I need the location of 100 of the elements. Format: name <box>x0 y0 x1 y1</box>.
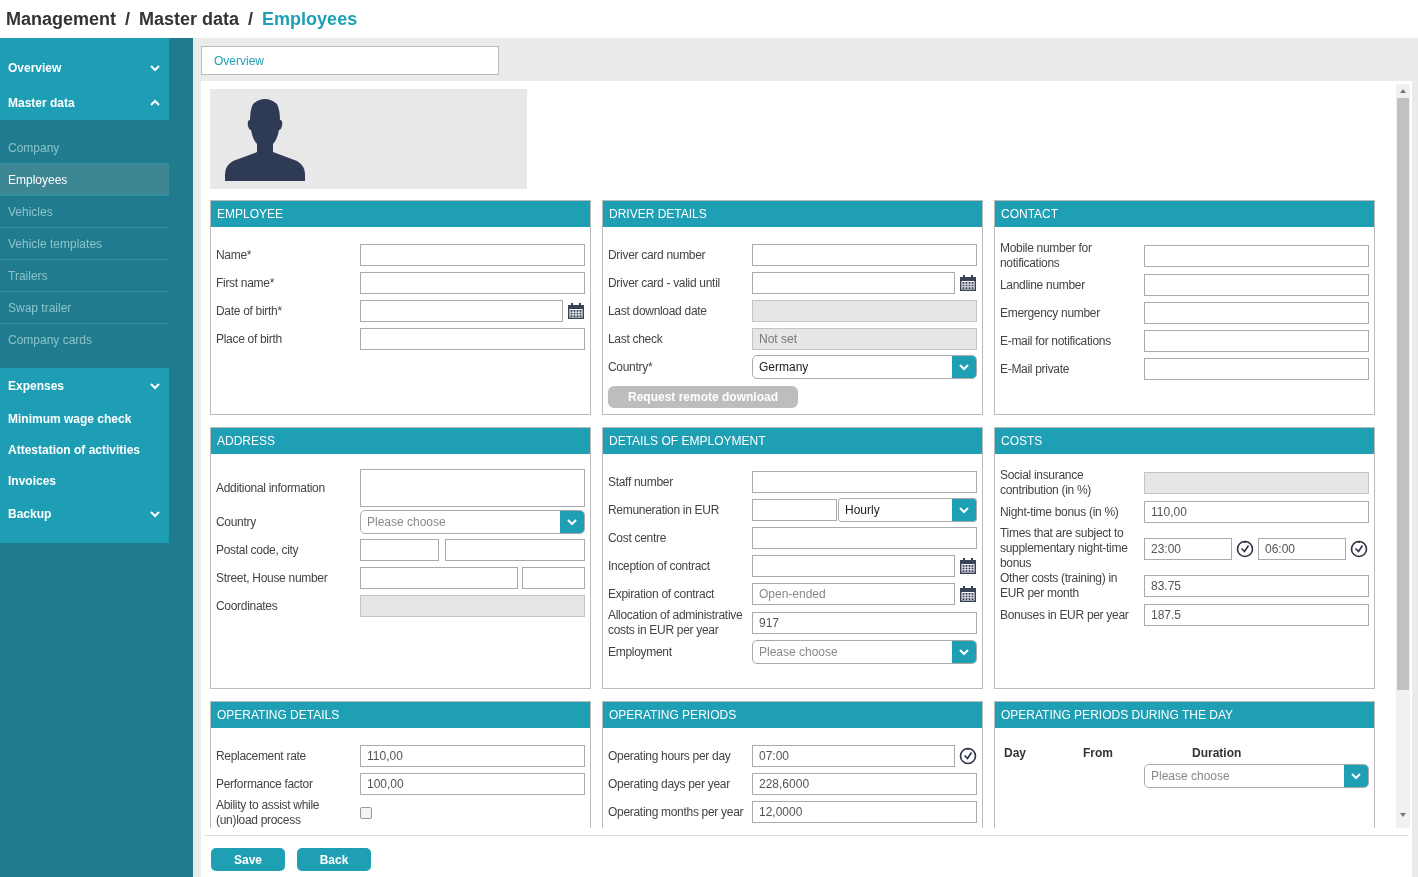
breadcrumb-separator: / <box>125 7 131 31</box>
chevron-down-icon <box>1350 770 1362 782</box>
field-label: Allocation of administrative costs in EUR per year <box>608 608 744 638</box>
sidebar-item[interactable]: Trailers <box>0 260 169 292</box>
sidebar-item[interactable]: Swap trailer <box>0 292 169 324</box>
field-label: E-Mail private <box>1000 361 1071 377</box>
input-field[interactable] <box>360 328 585 350</box>
field-label: Ability to assist while (un)load process <box>216 798 321 828</box>
panel-header: CONTACT <box>995 201 1374 227</box>
sidebar-item[interactable]: Expenses <box>0 368 169 403</box>
field-label: E-mail for notifications <box>1000 333 1112 349</box>
chevron-down-icon <box>958 504 970 516</box>
field-label: Performance factor <box>216 776 314 792</box>
input-field[interactable] <box>522 567 585 589</box>
dropdown[interactable]: Please choose <box>752 640 977 664</box>
input-field[interactable]: Open-ended <box>752 583 955 605</box>
input-field[interactable] <box>1144 302 1369 324</box>
input-field[interactable]: 12,0000 <box>752 801 977 823</box>
tab[interactable]: Overview <box>201 46 499 75</box>
field-label: Other costs (training) in EUR per month <box>1000 571 1119 601</box>
field-label: Additional information <box>216 480 326 496</box>
input-field[interactable] <box>752 471 977 493</box>
field-label: Inception of contract <box>608 558 711 574</box>
input-field[interactable] <box>445 539 585 561</box>
field-label: Times that are subject to supplementary night-time bonus <box>1000 526 1129 571</box>
field-label: Place of birth <box>216 331 283 347</box>
field-label: Last download date <box>608 303 708 319</box>
input-field[interactable]: 228,6000 <box>752 773 977 795</box>
input-field[interactable] <box>1144 330 1369 352</box>
input-field[interactable]: 110,00 <box>360 745 585 767</box>
input-field[interactable]: 83.75 <box>1144 575 1369 597</box>
sidebar-item[interactable]: Employees <box>0 164 169 196</box>
field-label: Remuneration in EUR <box>608 502 721 518</box>
field-label: Name* <box>216 247 253 263</box>
input-field[interactable] <box>1144 358 1369 380</box>
field-label: Country <box>216 514 257 530</box>
footer-button[interactable]: Back <box>297 848 371 871</box>
input-field[interactable] <box>752 272 955 294</box>
input-field[interactable] <box>1144 274 1369 296</box>
column-header: From <box>1083 745 1114 762</box>
panel-header: COSTS <box>995 428 1374 454</box>
sidebar-item[interactable]: Company cards <box>0 324 169 356</box>
input-field[interactable]: 917 <box>752 612 977 634</box>
input-field[interactable] <box>360 567 518 589</box>
sidebar-item[interactable]: Vehicles <box>0 196 169 228</box>
checkbox[interactable] <box>360 807 372 819</box>
panel-header: OPERATING PERIODS <box>603 702 982 728</box>
chevron-down-icon <box>958 646 970 658</box>
dropdown-toggle[interactable] <box>952 356 976 378</box>
breadcrumb-item[interactable]: Management <box>6 5 117 33</box>
field-label: Mobile number for notifications <box>1000 241 1093 271</box>
sidebar-item[interactable]: Minimum wage check <box>0 403 169 434</box>
dropdown[interactable]: Please choose <box>1144 764 1369 788</box>
input-field[interactable] <box>1144 245 1369 267</box>
sidebar-item[interactable]: Master data <box>0 85 169 120</box>
dropdown[interactable]: Please choose <box>360 510 585 534</box>
input-field[interactable] <box>752 527 977 549</box>
input-field[interactable] <box>752 555 955 577</box>
breadcrumb-item: Employees <box>262 7 358 31</box>
clock-icon <box>1350 539 1368 558</box>
input-field[interactable] <box>360 272 585 294</box>
panel-header: EMPLOYEE <box>211 201 590 227</box>
dropdown[interactable]: Germany <box>752 355 977 379</box>
input-field[interactable] <box>752 244 977 266</box>
dropdown-toggle[interactable] <box>952 641 976 663</box>
dropdown-toggle[interactable] <box>560 511 584 533</box>
scrollbar[interactable] <box>1396 84 1410 828</box>
panel-header: DRIVER DETAILS <box>603 201 982 227</box>
field-label: Coordinates <box>216 598 279 614</box>
input-field[interactable]: 07:00 <box>752 745 955 767</box>
sidebar-item[interactable]: Overview <box>0 50 169 85</box>
clock-icon <box>959 747 977 765</box>
field-label: Expiration of contract <box>608 586 716 602</box>
person-silhouette-icon <box>225 98 305 181</box>
text-area[interactable] <box>360 469 585 507</box>
input-field[interactable]: 06:00 <box>1258 537 1346 560</box>
input-field[interactable] <box>752 499 837 521</box>
sidebar-item[interactable]: Vehicle templates <box>0 228 169 260</box>
input-field[interactable] <box>360 300 563 322</box>
column-header: Day <box>1004 745 1027 762</box>
dropdown[interactable]: Hourly <box>838 498 977 522</box>
calendar-icon <box>567 302 585 320</box>
input-field[interactable]: 23:00 <box>1144 537 1232 560</box>
footer-button[interactable]: Save <box>211 848 285 871</box>
field-label: Night-time bonus (in %) <box>1000 504 1120 520</box>
sidebar-item[interactable]: Attestation of activities <box>0 434 169 465</box>
field-label: Date of birth* <box>216 303 283 319</box>
input-field[interactable]: 100,00 <box>360 773 585 795</box>
breadcrumb-item[interactable]: Master data <box>139 5 240 33</box>
field-label: Operating days per year <box>608 776 731 792</box>
input-field[interactable] <box>360 244 585 266</box>
sidebar-item[interactable]: Backup <box>0 496 169 531</box>
input-field[interactable] <box>360 539 439 561</box>
sidebar-item[interactable]: Invoices <box>0 465 169 496</box>
chevron-down-icon <box>566 516 578 528</box>
column-header: Duration <box>1192 745 1243 762</box>
input-field[interactable]: 187.5 <box>1144 604 1369 626</box>
input-field[interactable]: 110,00 <box>1144 501 1369 523</box>
dropdown-toggle[interactable] <box>952 499 976 521</box>
dropdown-toggle[interactable] <box>1344 765 1368 787</box>
